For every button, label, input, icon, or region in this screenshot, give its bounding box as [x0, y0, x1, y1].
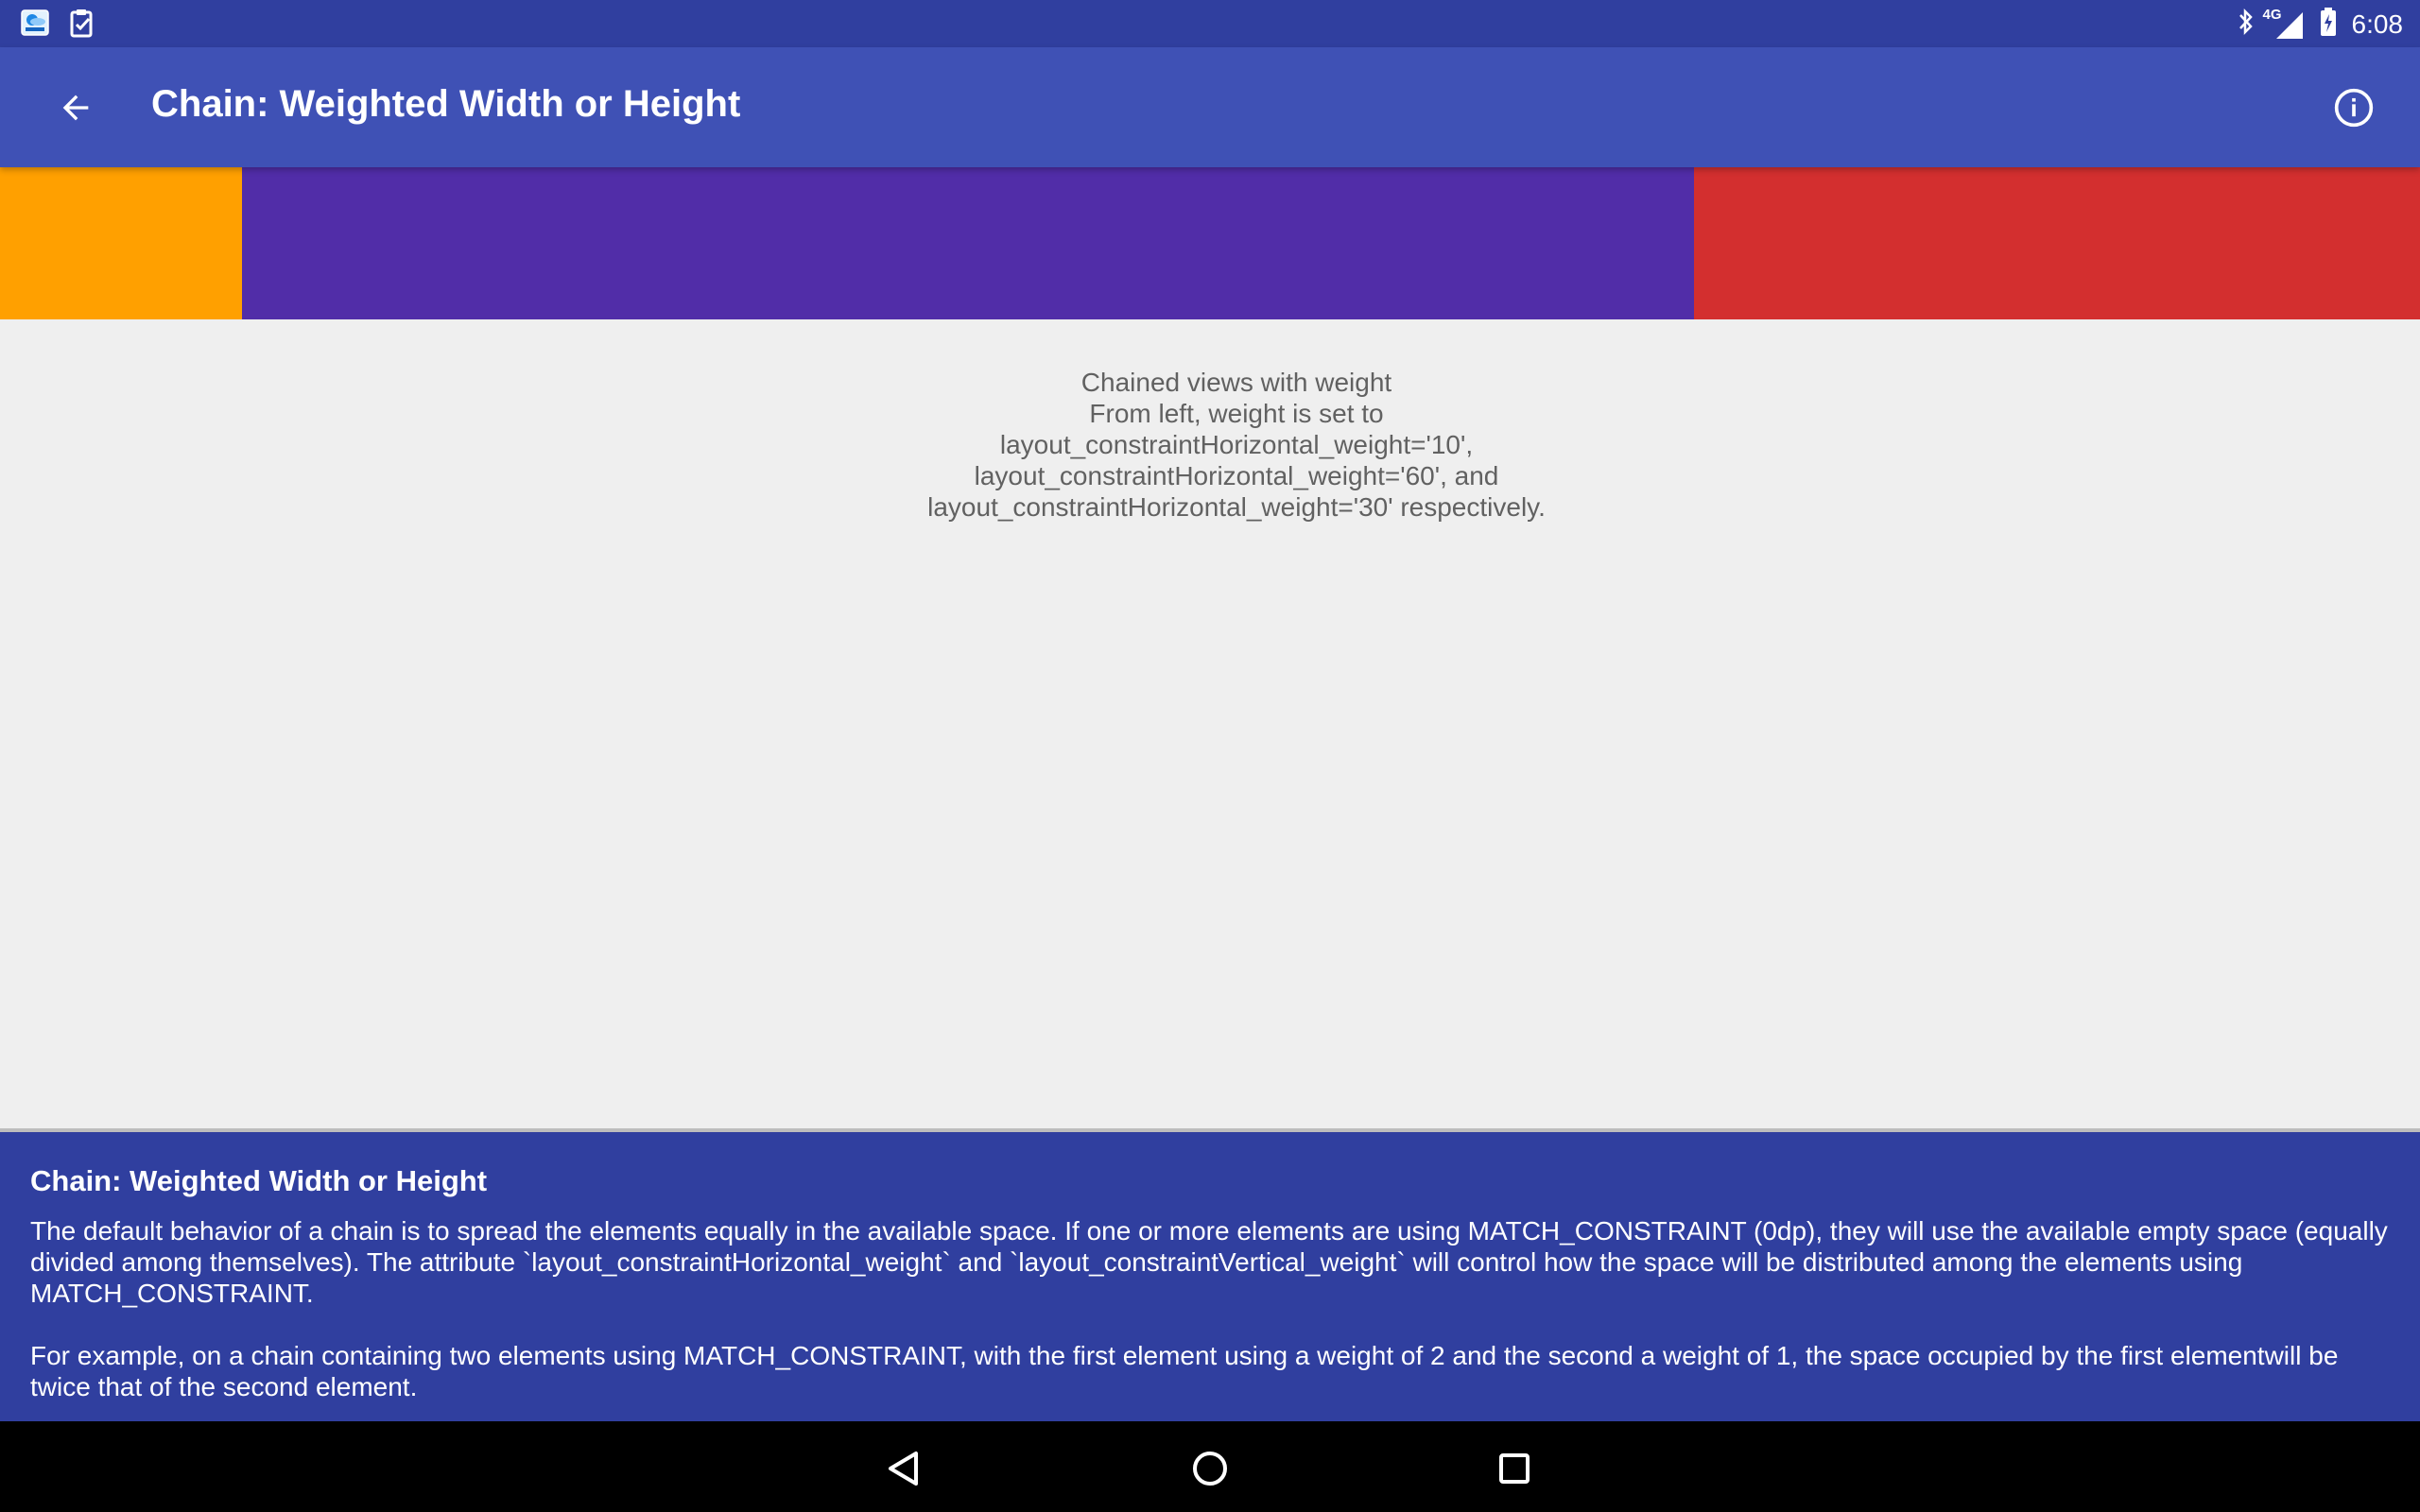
caption-line: Chained views with weight: [1080, 368, 1392, 397]
info-button[interactable]: [2329, 83, 2378, 132]
task-check-icon: [70, 9, 95, 43]
chain-box-orange: [0, 167, 242, 319]
info-icon: [2334, 88, 2374, 128]
nav-recents-button[interactable]: [1488, 1442, 1541, 1495]
caption-line: From left, weight is set to: [1089, 399, 1384, 428]
nav-home-button[interactable]: [1184, 1442, 1236, 1495]
description-title: Chain: Weighted Width or Height: [30, 1164, 488, 1197]
description-panel: Chain: Weighted Width or Height The defa…: [0, 1132, 2420, 1421]
app-bar: Chain: Weighted Width or Height: [0, 47, 2420, 167]
recents-square-icon: [1499, 1453, 1530, 1484]
nav-back-button[interactable]: [877, 1442, 930, 1495]
description-body: The default behavior of a chain is to sp…: [30, 1215, 2394, 1402]
chain-caption: Chained views with weight From left, wei…: [0, 367, 2420, 523]
description-paragraph: For example, on a chain containing two e…: [30, 1341, 2339, 1401]
description-paragraph: The default behavior of a chain is to sp…: [30, 1216, 2388, 1308]
weighted-chain: [0, 167, 2420, 319]
home-circle-icon: [1193, 1452, 1227, 1486]
signal-icon: 4G: [2263, 7, 2305, 39]
network-type-label: 4G: [2262, 6, 2282, 23]
chain-box-red: [1694, 167, 2420, 319]
caption-line: layout_constraintHorizontal_weight='10',: [999, 430, 1474, 459]
page-title: Chain: Weighted Width or Height: [151, 83, 741, 125]
bluetooth-icon: [2237, 8, 2256, 41]
navigation-bar: [0, 1421, 2420, 1512]
arrow-back-icon: [62, 94, 89, 121]
status-bar: 4G 6:08: [0, 0, 2420, 47]
clock: 6:08: [2351, 9, 2404, 39]
battery-charging-icon: [2320, 8, 2337, 41]
back-button[interactable]: [47, 79, 104, 136]
weather-app-icon: [21, 9, 49, 43]
caption-line: layout_constraintHorizontal_weight='60',…: [974, 461, 1499, 490]
chain-box-purple: [242, 167, 1694, 319]
back-triangle-icon: [889, 1452, 918, 1486]
caption-line: layout_constraintHorizontal_weight='30' …: [927, 492, 1546, 522]
